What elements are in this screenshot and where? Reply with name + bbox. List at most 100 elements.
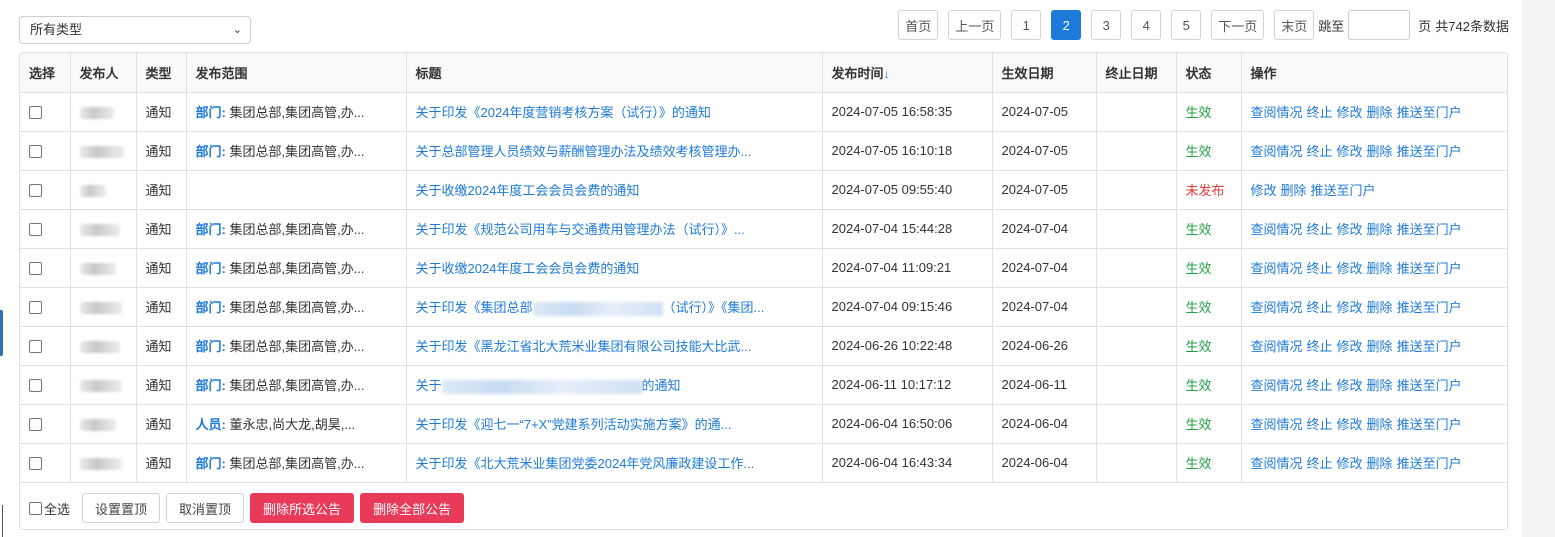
- type-filter-select[interactable]: 所有类型 ⌄: [19, 16, 251, 44]
- action-link[interactable]: 查阅情况: [1251, 456, 1303, 471]
- col-publish-time[interactable]: 发布时间↓: [822, 53, 993, 93]
- action-link[interactable]: 修改: [1337, 105, 1363, 120]
- action-link[interactable]: 查阅情况: [1251, 300, 1303, 315]
- action-link[interactable]: 推送至门户: [1397, 378, 1462, 393]
- action-link[interactable]: 修改: [1337, 300, 1363, 315]
- action-link[interactable]: 终止: [1307, 417, 1333, 432]
- action-link[interactable]: 推送至门户: [1397, 300, 1462, 315]
- action-link[interactable]: 查阅情况: [1251, 144, 1303, 159]
- action-link[interactable]: 查阅情况: [1251, 222, 1303, 237]
- action-link[interactable]: 删除: [1367, 144, 1393, 159]
- action-link[interactable]: 终止: [1307, 300, 1333, 315]
- action-link[interactable]: 修改: [1337, 261, 1363, 276]
- action-link[interactable]: 推送至门户: [1397, 222, 1462, 237]
- action-link[interactable]: 推送至门户: [1397, 456, 1462, 471]
- action-link[interactable]: 终止: [1307, 378, 1333, 393]
- page-button-5[interactable]: 5: [1171, 10, 1202, 40]
- action-link[interactable]: 终止: [1307, 456, 1333, 471]
- action-link[interactable]: 修改: [1251, 183, 1277, 198]
- action-link[interactable]: 查阅情况: [1251, 105, 1303, 120]
- row-checkbox[interactable]: [29, 184, 42, 198]
- action-link[interactable]: 推送至门户: [1311, 183, 1376, 198]
- next-page-button[interactable]: 下一页: [1211, 10, 1265, 40]
- action-link[interactable]: 推送至门户: [1397, 339, 1462, 354]
- table-row[interactable]: 通知 部门: 集团总部,集团高管,办... 关于 的通知 2024-06-11 10:1…: [20, 365, 1507, 405]
- table-row[interactable]: 通知 部门: 集团总部,集团高管,办... 关于收缴2024年度工会会员会费的通知 2…: [20, 248, 1507, 288]
- action-link[interactable]: 查阅情况: [1251, 378, 1303, 393]
- announcement-title-link[interactable]: 关于 的通知: [416, 378, 681, 394]
- action-link[interactable]: 修改: [1337, 456, 1363, 471]
- announcement-title-link[interactable]: 关于印发《黑龙江省北大荒米业集团有限公司技能大比武...: [416, 339, 752, 354]
- scope-value: 集团总部,集团高管,办...: [229, 378, 365, 393]
- action-link[interactable]: 删除: [1367, 417, 1393, 432]
- action-link[interactable]: 终止: [1307, 222, 1333, 237]
- action-link[interactable]: 终止: [1307, 105, 1333, 120]
- row-checkbox[interactable]: [29, 301, 42, 315]
- page-button-3[interactable]: 3: [1091, 10, 1122, 40]
- action-link[interactable]: 修改: [1337, 339, 1363, 354]
- announcement-title-link[interactable]: 关于总部管理人员绩效与薪酬管理办法及绩效考核管理办...: [416, 144, 752, 159]
- action-link[interactable]: 修改: [1337, 378, 1363, 393]
- page-button-2[interactable]: 2: [1051, 10, 1082, 40]
- checkbox-icon[interactable]: [29, 501, 42, 515]
- table-row[interactable]: 通知 部门: 集团总部,集团高管,办... 关于印发《规范公司用车与交通费用管理办法…: [20, 209, 1507, 249]
- delete-selected-button[interactable]: 删除所选公告: [250, 493, 355, 523]
- table-row[interactable]: 通知 关于收缴2024年度工会会员会费的通知 2024-07-05 09:55:40…: [20, 170, 1507, 210]
- action-link[interactable]: 终止: [1307, 261, 1333, 276]
- action-link[interactable]: 删除: [1367, 456, 1393, 471]
- action-link[interactable]: 修改: [1337, 144, 1363, 159]
- pin-button[interactable]: 设置置顶: [82, 493, 161, 523]
- action-link[interactable]: 删除: [1367, 105, 1393, 120]
- row-checkbox[interactable]: [29, 457, 42, 471]
- row-checkbox[interactable]: [29, 418, 42, 432]
- action-link[interactable]: 修改: [1337, 222, 1363, 237]
- sort-desc-icon[interactable]: ↓: [884, 67, 890, 81]
- row-checkbox[interactable]: [29, 379, 42, 393]
- announcement-title-link[interactable]: 关于印发《集团总部 （试行）》《集团...: [416, 300, 764, 316]
- row-checkbox[interactable]: [29, 106, 42, 120]
- last-page-button[interactable]: 末页: [1274, 10, 1315, 40]
- action-link[interactable]: 修改: [1337, 417, 1363, 432]
- table-row[interactable]: 通知 人员: 董永忠,尚大龙,胡昊,... 关于印发《迎七一“7+X”党建系列活动实…: [20, 404, 1507, 444]
- action-link[interactable]: 终止: [1307, 144, 1333, 159]
- table-row[interactable]: 通知 部门: 集团总部,集团高管,办... 关于印发《北大荒米业集团党委2024年党…: [20, 443, 1507, 483]
- announcement-title-link[interactable]: 关于印发《规范公司用车与交通费用管理办法（试行）》...: [416, 222, 745, 237]
- action-link[interactable]: 删除: [1367, 222, 1393, 237]
- action-link[interactable]: 删除: [1367, 261, 1393, 276]
- action-link[interactable]: 查阅情况: [1251, 417, 1303, 432]
- action-link[interactable]: 推送至门户: [1397, 417, 1462, 432]
- table-row[interactable]: 通知 部门: 集团总部,集团高管,办... 关于印发《集团总部 （试行）》《集团...…: [20, 287, 1507, 327]
- row-checkbox[interactable]: [29, 340, 42, 354]
- action-link[interactable]: 删除: [1367, 300, 1393, 315]
- row-checkbox[interactable]: [29, 262, 42, 276]
- left-edge-tab[interactable]: [0, 310, 3, 356]
- first-page-button[interactable]: 首页: [898, 10, 939, 40]
- action-link[interactable]: 推送至门户: [1397, 105, 1462, 120]
- delete-all-button[interactable]: 删除全部公告: [360, 493, 465, 523]
- action-link[interactable]: 终止: [1307, 339, 1333, 354]
- action-link[interactable]: 查阅情况: [1251, 261, 1303, 276]
- announcement-title-link[interactable]: 关于印发《北大荒米业集团党委2024年党风廉政建设工作...: [416, 456, 755, 471]
- announcement-title-link[interactable]: 关于印发《2024年度营销考核方案（试行）》的通知: [416, 105, 711, 120]
- action-link[interactable]: 删除: [1281, 183, 1307, 198]
- page-button-4[interactable]: 4: [1131, 10, 1162, 40]
- jump-page-input[interactable]: [1348, 10, 1411, 40]
- row-checkbox[interactable]: [29, 223, 42, 237]
- unpin-button[interactable]: 取消置顶: [166, 493, 245, 523]
- action-link[interactable]: 推送至门户: [1397, 144, 1462, 159]
- announcement-title-link[interactable]: 关于印发《迎七一“7+X”党建系列活动实施方案》的通...: [416, 417, 732, 432]
- select-cell: [20, 326, 71, 366]
- announcement-title-link[interactable]: 关于收缴2024年度工会会员会费的通知: [416, 261, 640, 276]
- action-link[interactable]: 删除: [1367, 339, 1393, 354]
- action-link[interactable]: 推送至门户: [1397, 261, 1462, 276]
- page-button-1[interactable]: 1: [1011, 10, 1042, 40]
- table-row[interactable]: 通知 部门: 集团总部,集团高管,办... 关于印发《黑龙江省北大荒米业集团有限公司…: [20, 326, 1507, 366]
- row-checkbox[interactable]: [29, 145, 42, 159]
- prev-page-button[interactable]: 上一页: [948, 10, 1002, 40]
- table-row[interactable]: 通知 部门: 集团总部,集团高管,办... 关于总部管理人员绩效与薪酬管理办法及绩效…: [20, 131, 1507, 171]
- action-link[interactable]: 删除: [1367, 378, 1393, 393]
- action-link[interactable]: 查阅情况: [1251, 339, 1303, 354]
- announcement-title-link[interactable]: 关于收缴2024年度工会会员会费的通知: [416, 183, 640, 198]
- select-all-checkbox[interactable]: 全选: [29, 499, 70, 518]
- table-row[interactable]: 通知 部门: 集团总部,集团高管,办... 关于印发《2024年度营销考核方案（试行…: [20, 92, 1507, 132]
